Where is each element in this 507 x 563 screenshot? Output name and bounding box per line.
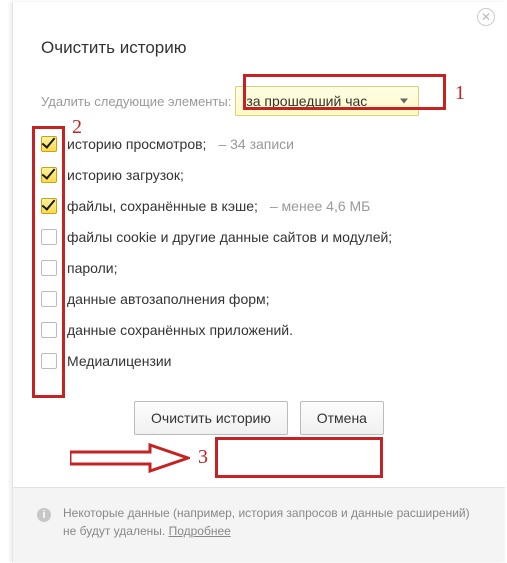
checkbox[interactable]: [41, 260, 57, 276]
option-label: пароли;: [67, 260, 118, 276]
cancel-button[interactable]: Отмена: [300, 401, 384, 435]
option-hint: – менее 4,6 МБ: [270, 198, 370, 214]
dialog-buttons: Очистить историю Отмена: [13, 401, 505, 435]
option-row[interactable]: файлы cookie и другие данные сайтов и мо…: [41, 229, 505, 245]
option-label: файлы cookie и другие данные сайтов и мо…: [67, 229, 392, 245]
timerange-label: Удалить следующие элементы:: [41, 94, 231, 109]
clear-button[interactable]: Очистить историю: [134, 401, 288, 435]
checkbox[interactable]: [41, 322, 57, 338]
footer-text: Некоторые данные (например, история запр…: [63, 506, 470, 538]
option-row[interactable]: Медиалицензии: [41, 353, 505, 369]
option-label: данные сохранённых приложений.: [67, 322, 293, 338]
checkbox[interactable]: [41, 136, 57, 152]
option-row[interactable]: историю загрузок;: [41, 167, 505, 183]
option-label: историю загрузок;: [67, 167, 184, 183]
option-row[interactable]: историю просмотров; – 34 записи: [41, 136, 505, 152]
checkbox[interactable]: [41, 291, 57, 307]
info-icon: i: [37, 508, 51, 522]
option-label: данные автозаполнения форм;: [67, 291, 270, 307]
option-label: историю просмотров;: [67, 136, 206, 152]
option-label: файлы, сохранённые в кэше;: [67, 198, 258, 214]
clear-history-dialog: ✕ Очистить историю Удалить следующие эле…: [12, 2, 505, 562]
dialog-title: Очистить историю: [13, 2, 505, 58]
option-row[interactable]: данные автозаполнения форм;: [41, 291, 505, 307]
checkbox[interactable]: [41, 353, 57, 369]
options-list: историю просмотров; – 34 записи историю за…: [41, 136, 505, 369]
timerange-row: Удалить следующие элементы: за прошедший…: [41, 86, 505, 116]
option-row[interactable]: пароли;: [41, 260, 505, 276]
option-row[interactable]: данные сохранённых приложений.: [41, 322, 505, 338]
option-label: Медиалицензии: [67, 353, 172, 369]
checkbox[interactable]: [41, 167, 57, 183]
timerange-value: за прошедший час: [246, 93, 367, 109]
chevron-down-icon: [400, 99, 408, 104]
timerange-select[interactable]: за прошедший час: [235, 86, 419, 116]
checkbox[interactable]: [41, 229, 57, 245]
option-row[interactable]: файлы, сохранённые в кэше; – менее 4,6 МБ: [41, 198, 505, 214]
footer-link[interactable]: Подробнее: [169, 524, 231, 538]
close-icon[interactable]: ✕: [477, 8, 495, 26]
checkbox[interactable]: [41, 198, 57, 214]
footer-text-wrap: Некоторые данные (например, история запр…: [63, 504, 481, 540]
option-hint: – 34 записи: [218, 136, 294, 152]
footer: i Некоторые данные (например, история за…: [13, 487, 505, 562]
